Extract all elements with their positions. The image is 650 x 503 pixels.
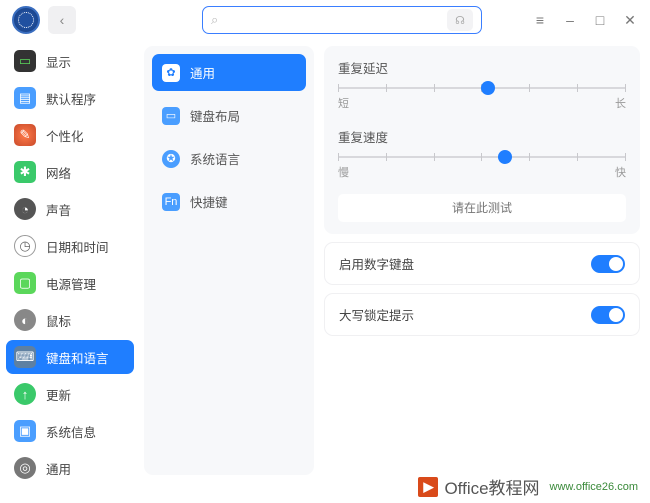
search-box[interactable]: ⌕ ☊ xyxy=(202,6,482,34)
display-icon: ▭ xyxy=(14,50,36,72)
sidebar-item-update[interactable]: ↑ 更新 xyxy=(6,377,134,411)
close-button[interactable]: ✕ xyxy=(622,12,638,29)
office-logo-icon: ▶ xyxy=(418,477,438,497)
sidebar-item-label: 更新 xyxy=(46,385,71,404)
power-icon: ▢ xyxy=(14,272,36,294)
fn-icon: Fn xyxy=(162,193,180,211)
subnav-item-label: 键盘布局 xyxy=(190,106,240,125)
app-logo xyxy=(12,6,40,34)
mouse-icon: ◐ xyxy=(14,309,36,331)
menu-button[interactable]: ≡ xyxy=(532,12,548,28)
repeat-card: 重复延迟 短 长 重复速度 慢 快 xyxy=(324,46,640,234)
sidebar-item-label: 键盘和语言 xyxy=(46,348,109,367)
sysinfo-icon: ▣ xyxy=(14,420,36,442)
sidebar-item-personalization[interactable]: ✎ 个性化 xyxy=(6,118,134,152)
slider-min-label: 慢 xyxy=(338,164,349,180)
sidebar-item-general[interactable]: ◎ 通用 xyxy=(6,451,134,481)
keyboard-icon: ⌨ xyxy=(14,346,36,368)
watermark: ▶ Office教程网 www.office26.com xyxy=(418,474,638,499)
sidebar-item-defaults[interactable]: ▤ 默认程序 xyxy=(6,81,134,115)
repeat-delay-slider[interactable] xyxy=(338,87,626,89)
numlock-label: 启用数字键盘 xyxy=(339,254,414,273)
slider-max-label: 快 xyxy=(615,164,626,180)
gear-icon: ◎ xyxy=(14,457,36,479)
subnav-item-language[interactable]: ✪ 系统语言 xyxy=(152,140,306,177)
sidebar-item-keyboard[interactable]: ⌨ 键盘和语言 xyxy=(6,340,134,374)
subnav-item-shortcuts[interactable]: Fn 快捷键 xyxy=(152,183,306,220)
test-input[interactable] xyxy=(338,194,626,222)
slider-max-label: 长 xyxy=(615,95,626,111)
capslock-label: 大写锁定提示 xyxy=(339,305,414,324)
search-icon: ⌕ xyxy=(211,12,218,28)
slider-thumb[interactable] xyxy=(481,81,495,95)
minimize-button[interactable]: – xyxy=(562,12,578,28)
subnav-item-label: 系统语言 xyxy=(190,149,240,168)
subnav: ✿ 通用 ▭ 键盘布局 ✪ 系统语言 Fn 快捷键 xyxy=(144,46,314,475)
globe-icon: ✪ xyxy=(162,150,180,168)
sidebar-item-label: 系统信息 xyxy=(46,422,96,441)
sidebar-item-label: 日期和时间 xyxy=(46,237,109,256)
defaults-icon: ▤ xyxy=(14,87,36,109)
settings-panel: 重复延迟 短 长 重复速度 慢 快 启用数字键盘 xyxy=(324,46,640,475)
sidebar-item-label: 通用 xyxy=(46,459,71,478)
personalization-icon: ✎ xyxy=(14,124,36,146)
maximize-button[interactable]: □ xyxy=(592,12,608,28)
mic-icon: ☊ xyxy=(455,14,465,27)
sidebar-item-label: 电源管理 xyxy=(46,274,96,293)
capslock-row: 大写锁定提示 xyxy=(324,293,640,336)
slider-thumb[interactable] xyxy=(498,150,512,164)
sound-icon: ◔ xyxy=(14,198,36,220)
chevron-left-icon: ‹ xyxy=(60,12,65,28)
sidebar-item-label: 显示 xyxy=(46,52,71,71)
layout-icon: ▭ xyxy=(162,107,180,125)
slider-min-label: 短 xyxy=(338,95,349,111)
sidebar-item-label: 个性化 xyxy=(46,126,84,145)
sidebar-item-power[interactable]: ▢ 电源管理 xyxy=(6,266,134,300)
sidebar-item-datetime[interactable]: ◷ 日期和时间 xyxy=(6,229,134,263)
sidebar-item-display[interactable]: ▭ 显示 xyxy=(6,44,134,78)
update-icon: ↑ xyxy=(14,383,36,405)
clock-icon: ◷ xyxy=(14,235,36,257)
repeat-rate-label: 重复速度 xyxy=(338,127,626,146)
sidebar-item-label: 声音 xyxy=(46,200,71,219)
sidebar-item-label: 默认程序 xyxy=(46,89,96,108)
sidebar-item-sysinfo[interactable]: ▣ 系统信息 xyxy=(6,414,134,448)
subnav-item-label: 通用 xyxy=(190,63,215,82)
numlock-row: 启用数字键盘 xyxy=(324,242,640,285)
numlock-toggle[interactable] xyxy=(591,255,625,273)
subnav-item-layout[interactable]: ▭ 键盘布局 xyxy=(152,97,306,134)
sidebar-item-sound[interactable]: ◔ 声音 xyxy=(6,192,134,226)
gear-icon: ✿ xyxy=(162,64,180,82)
network-icon: ✱ xyxy=(14,161,36,183)
sidebar: ▭显示 ▤默认程序 ✎个性化 ✱网络 ◔声音 ◷日期和时间 ▢电源管理 ◐鼠标 … xyxy=(0,40,140,481)
search-input[interactable] xyxy=(226,13,439,27)
subnav-item-general[interactable]: ✿ 通用 xyxy=(152,54,306,91)
capslock-toggle[interactable] xyxy=(591,306,625,324)
subnav-item-label: 快捷键 xyxy=(190,192,228,211)
repeat-delay-label: 重复延迟 xyxy=(338,58,626,77)
voice-button[interactable]: ☊ xyxy=(447,9,473,31)
sidebar-item-mouse[interactable]: ◐ 鼠标 xyxy=(6,303,134,337)
repeat-rate-slider[interactable] xyxy=(338,156,626,158)
back-button[interactable]: ‹ xyxy=(48,6,76,34)
sidebar-item-network[interactable]: ✱ 网络 xyxy=(6,155,134,189)
sidebar-item-label: 鼠标 xyxy=(46,311,71,330)
sidebar-item-label: 网络 xyxy=(46,163,71,182)
